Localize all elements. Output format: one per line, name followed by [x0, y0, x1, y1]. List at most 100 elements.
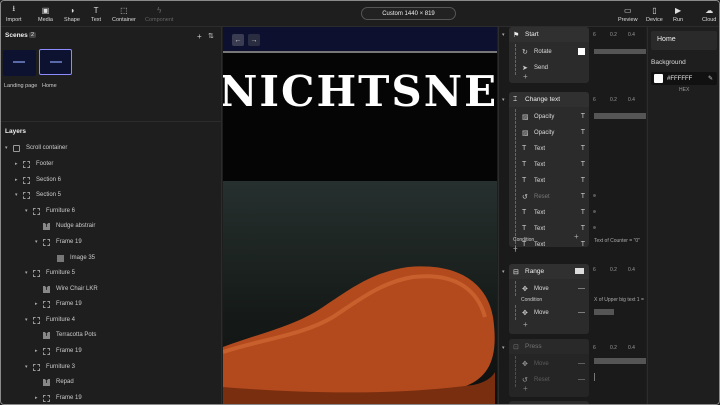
- rotate-icon: ↻: [522, 48, 528, 56]
- forward-arrow-icon[interactable]: →: [248, 34, 260, 46]
- action-reset[interactable]: ↺ Reset T: [515, 189, 589, 204]
- condition-label[interactable]: Condition: [513, 237, 534, 243]
- action-text[interactable]: T Text T: [515, 157, 589, 172]
- text-icon: T: [522, 161, 527, 168]
- toolbar: ⭳ Import ▣ Media ◑ Shape T Text ⬚ Container ϟ…: [1, 1, 719, 27]
- layers-title: Layers: [5, 128, 26, 135]
- device-button[interactable]: ▯ Device: [646, 5, 663, 24]
- action-opacity[interactable]: ▨ Opacity T: [515, 109, 589, 124]
- app-window: ⭳ Import ▣ Media ◑ Shape T Text ⬚ Container ϟ…: [0, 0, 720, 405]
- layer-item[interactable]: ▾ Furniture 6: [25, 205, 75, 217]
- layer-item[interactable]: ▾ Scroll container: [5, 142, 67, 154]
- collapse-icon[interactable]: ▾: [502, 269, 505, 275]
- layer-item[interactable]: Image 35: [57, 252, 95, 264]
- action-opacity[interactable]: ▨ Opacity T: [515, 125, 589, 140]
- timeline-bar[interactable]: [594, 309, 614, 315]
- background-color-field[interactable]: #FFFFFF ✎: [651, 72, 717, 85]
- layer-item[interactable]: T Nudge abstrair: [43, 220, 95, 232]
- timeline-bar[interactable]: [594, 49, 646, 54]
- action-move[interactable]: ✥ Move —: [515, 281, 589, 296]
- tick-label: 0.2: [610, 267, 617, 273]
- play-icon: ▶: [674, 5, 682, 15]
- text-button[interactable]: T Text: [91, 5, 101, 24]
- color-mode-label[interactable]: HEX: [679, 87, 689, 93]
- background-label: Background: [651, 59, 686, 66]
- layer-item[interactable]: ▸ Section 6: [15, 174, 61, 186]
- download-icon: ⭳: [12, 4, 16, 13]
- scene-thumb-home[interactable]: [39, 49, 72, 75]
- add-action-icon[interactable]: +: [523, 384, 528, 393]
- import-button[interactable]: ⭳ Import: [6, 4, 22, 23]
- phone-icon: ▯: [652, 5, 657, 15]
- add-condition-icon[interactable]: +: [574, 232, 579, 241]
- send-icon: ➤: [522, 64, 528, 72]
- scenes-title: Scenes: [5, 32, 28, 39]
- media-button[interactable]: ▣ Media: [38, 5, 53, 24]
- layer-item[interactable]: ▸ Frame 19: [35, 298, 82, 310]
- press-block: ⊡ Press ✥ Move — ↺ Reset — +: [509, 339, 589, 397]
- scene-thumb-landing[interactable]: [3, 50, 36, 76]
- add-scene-icon[interactable]: +: [197, 32, 202, 41]
- move-icon: ✥: [522, 285, 528, 293]
- change-text-trigger[interactable]: ⌶ Change text: [509, 92, 589, 107]
- text-icon: T: [522, 177, 527, 184]
- shape-icon: ◑: [69, 5, 75, 15]
- layer-item[interactable]: T Terracotta Pots: [43, 329, 96, 341]
- eyedropper-icon[interactable]: ✎: [708, 75, 713, 82]
- back-arrow-icon[interactable]: ←: [232, 34, 244, 46]
- tick-label: 0.2: [610, 97, 617, 103]
- start-trigger[interactable]: ⚑ Start: [509, 27, 589, 42]
- tick-label: 6: [593, 267, 596, 273]
- range-trigger[interactable]: ⊟ Range: [509, 264, 589, 279]
- reset-icon: ↺: [522, 193, 528, 201]
- preview-header: [223, 27, 497, 51]
- container-button[interactable]: ⬚ Container: [112, 5, 136, 24]
- action-text[interactable]: T Text T: [515, 141, 589, 156]
- sort-icon[interactable]: ⇅: [208, 32, 214, 40]
- left-panel: Scenes 2 + ⇅ Landing page Home Layers ▾ S…: [1, 27, 222, 404]
- timeline-bar[interactable]: [594, 113, 646, 119]
- tick-label: 0.2: [610, 32, 617, 38]
- text-cursor-icon: ⌶: [513, 95, 518, 103]
- add-action-icon[interactable]: +: [523, 72, 528, 81]
- layer-item[interactable]: ▸ Frame 19: [35, 345, 82, 357]
- collapse-icon[interactable]: ▾: [502, 97, 505, 103]
- action-move[interactable]: ✥ Move —: [515, 356, 589, 371]
- component-button[interactable]: ϟ Component: [145, 5, 173, 24]
- canvas-size-selector[interactable]: Custom 1440 × 819: [361, 7, 456, 20]
- change-text-block: ⌶ Change text ▨ Opacity T ▨ Opacity T T Text T …: [509, 92, 589, 252]
- layer-item[interactable]: T Repad: [43, 376, 74, 388]
- layer-item[interactable]: ▾ Section 5: [15, 189, 61, 201]
- action-text[interactable]: T Text T: [515, 205, 589, 220]
- action-move[interactable]: ✥ Move —: [515, 305, 589, 320]
- scene-label-home: Home: [42, 83, 57, 89]
- collapse-icon[interactable]: ▾: [502, 32, 505, 38]
- canvas-stage[interactable]: ← → NICHTSNE: [223, 27, 497, 404]
- layer-item[interactable]: ▸ Frame 19: [35, 392, 82, 404]
- layer-item[interactable]: ▾ Furniture 4: [25, 314, 75, 326]
- layer-item[interactable]: ▾ Furniture 5: [25, 267, 75, 279]
- layer-item[interactable]: T Wire Chair LKR: [43, 283, 98, 295]
- preview-button[interactable]: ▭ Preview: [618, 5, 638, 24]
- tick-label: 0.4: [628, 32, 635, 38]
- condition-note: X of Upper big text 1 =: [594, 297, 644, 303]
- add-action-icon[interactable]: +: [513, 244, 518, 253]
- layer-item[interactable]: ▾ Furniture 3: [25, 361, 75, 373]
- condition-label[interactable]: Condition: [521, 297, 542, 303]
- press-icon: ⊡: [513, 343, 519, 351]
- shape-button[interactable]: ◑ Shape: [64, 5, 80, 24]
- collapse-icon[interactable]: ▾: [502, 345, 505, 351]
- tick-label: 6: [593, 32, 596, 38]
- scene-name[interactable]: Home: [651, 31, 717, 50]
- run-button[interactable]: ▶ Run: [673, 5, 683, 24]
- layer-item[interactable]: ▾ Frame 19: [35, 236, 82, 248]
- action-text[interactable]: T Text T: [515, 173, 589, 188]
- cloud-button[interactable]: ☁ Cloud: [702, 5, 716, 24]
- add-action-icon[interactable]: +: [523, 320, 528, 329]
- scene-label-landing: Landing page: [4, 83, 38, 89]
- press-trigger[interactable]: ⊡ Press: [509, 339, 589, 354]
- layer-item[interactable]: ▸ Footer: [15, 158, 53, 170]
- chair-image: [223, 266, 495, 404]
- timeline-bar[interactable]: [594, 358, 646, 364]
- action-rotate[interactable]: ↻ Rotate: [515, 44, 589, 59]
